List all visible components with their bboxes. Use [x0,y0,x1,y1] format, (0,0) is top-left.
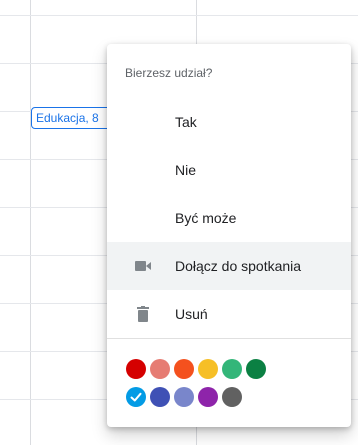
rsvp-no-option[interactable]: Nie [107,146,351,194]
trash-icon [135,305,151,323]
rsvp-yes-option[interactable]: Tak [107,98,351,146]
join-meeting-label: Dołącz do spotkania [175,258,302,274]
color-swatch[interactable] [198,387,218,407]
rsvp-yes-label: Tak [175,114,197,130]
color-swatch[interactable] [150,387,170,407]
color-swatch[interactable] [126,387,146,407]
rsvp-question: Bierzesz udział? [125,66,213,80]
color-swatch[interactable] [174,387,194,407]
rsvp-maybe-label: Być może [175,210,237,226]
color-swatch[interactable] [222,387,242,407]
color-swatch[interactable] [198,359,218,379]
color-swatch[interactable] [222,359,242,379]
grid-row-line [0,15,358,16]
video-camera-icon [135,257,151,275]
event-context-menu: Bierzesz udział? Tak Nie Być może Dołącz… [107,44,351,427]
color-swatch[interactable] [126,359,146,379]
menu-divider [107,338,351,339]
color-swatch[interactable] [246,359,266,379]
rsvp-maybe-option[interactable]: Być może [107,194,351,242]
delete-label: Usuń [175,306,208,322]
join-meeting-option[interactable]: Dołącz do spotkania [107,242,351,290]
check-icon [130,392,142,402]
color-swatch[interactable] [174,359,194,379]
color-swatch[interactable] [150,359,170,379]
grid-column-line [30,0,31,445]
delete-option[interactable]: Usuń [107,290,351,338]
rsvp-no-label: Nie [175,162,197,178]
